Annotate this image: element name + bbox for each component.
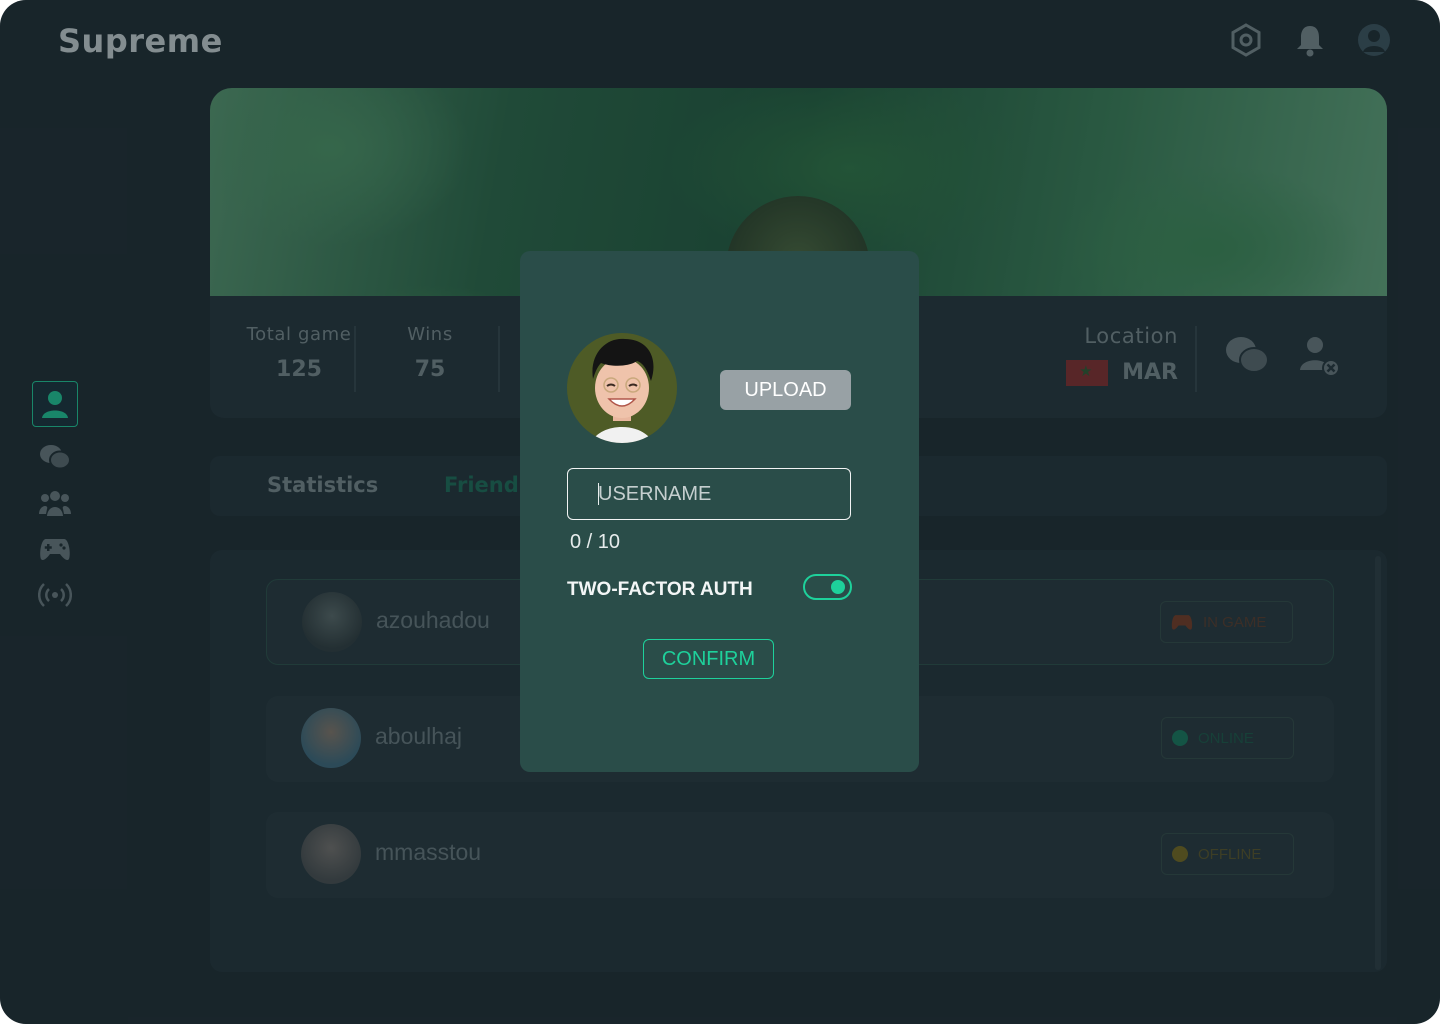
two-factor-label: TWO-FACTOR AUTH — [567, 579, 753, 600]
username-char-counter: 0 / 10 — [570, 531, 621, 553]
avatar — [567, 333, 677, 443]
upload-avatar-button[interactable]: UPLOAD — [720, 370, 851, 410]
app-window: Supreme Total game 125 Wins 75 Location … — [0, 0, 1440, 1024]
text-cursor — [598, 483, 599, 505]
toggle-knob — [831, 580, 845, 594]
username-input[interactable] — [567, 468, 851, 520]
edit-profile-modal: UPLOAD 0 / 10 TWO-FACTOR AUTH CONFIRM — [520, 251, 919, 772]
confirm-button[interactable]: CONFIRM — [643, 639, 774, 679]
two-factor-toggle[interactable] — [803, 574, 852, 600]
